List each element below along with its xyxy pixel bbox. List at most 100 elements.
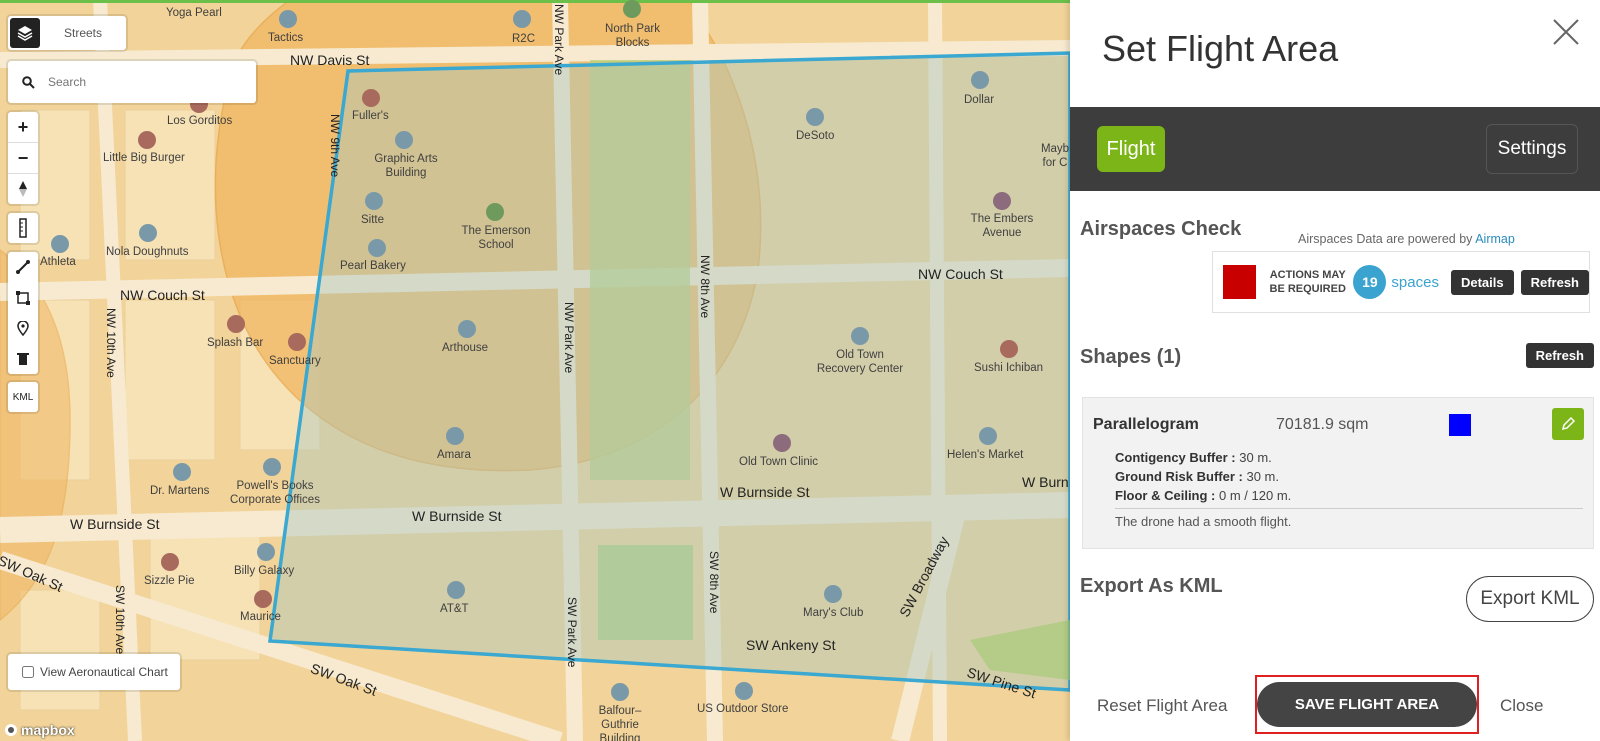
restaurant-marker-icon[interactable] (1000, 340, 1018, 358)
street-label: NW Couch St (918, 266, 1003, 282)
poi-label: Tactics (268, 32, 304, 44)
close-icon[interactable] (1552, 18, 1580, 46)
delete-shape-button[interactable] (8, 344, 38, 375)
poi-marker-icon[interactable] (458, 320, 476, 338)
poi-marker-icon[interactable] (395, 131, 413, 149)
street-label: SW 8th Ave (707, 551, 721, 614)
shop-marker-icon[interactable] (173, 463, 191, 481)
zoom-controls: + − (8, 112, 38, 204)
school-marker-icon[interactable] (486, 203, 504, 221)
poi-label: Mary's Club (803, 607, 864, 619)
restaurant-marker-icon[interactable] (161, 553, 179, 571)
poi-label: Sitte (361, 214, 385, 226)
poi-label: Splash Bar (207, 337, 264, 349)
airmap-link[interactable]: Airmap (1475, 232, 1515, 246)
map-style-switcher[interactable]: Streets (8, 16, 126, 50)
poi-label: R2C (512, 33, 536, 45)
street-label: NW Couch St (120, 287, 205, 303)
poi-marker-icon[interactable] (971, 71, 989, 89)
poi-marker-icon[interactable] (447, 581, 465, 599)
restaurant-marker-icon[interactable] (138, 131, 156, 149)
reset-flight-area-button[interactable]: Reset Flight Area (1097, 696, 1227, 716)
poi-label: Graphic Arts Building (374, 153, 438, 179)
measure-button[interactable] (8, 213, 38, 243)
airspace-status-row: ACTIONS MAY BE REQUIRED 19 spaces Detail… (1212, 251, 1590, 313)
kml-button[interactable]: KML (8, 382, 38, 412)
shape-name: Parallelogram (1093, 416, 1199, 433)
airspaces-check-heading: Airspaces Check (1080, 218, 1242, 240)
edit-shape-button[interactable] (1552, 408, 1584, 440)
panel-footer: Reset Flight Area SAVE FLIGHT AREA Close (1070, 646, 1600, 741)
compass-button[interactable] (8, 174, 38, 204)
zoom-out-button[interactable]: − (8, 143, 38, 174)
poi-label: Maurice (240, 611, 281, 623)
poi-marker-icon[interactable] (365, 192, 383, 210)
mapbox-logo: mapbox (4, 722, 75, 738)
street-label: W Burnside St (70, 516, 160, 532)
poi-label: Nola Doughnuts (106, 246, 189, 258)
park-marker-icon[interactable] (623, 0, 641, 18)
shape-color-swatch[interactable] (1449, 414, 1471, 436)
airspaces-powered-by: Airspaces Data are powered by Airmap (1298, 232, 1515, 246)
panel-body: Airspaces Check Airspaces Data are power… (1070, 191, 1600, 646)
zoom-in-button[interactable]: + (8, 112, 38, 143)
shop-marker-icon[interactable] (257, 543, 275, 561)
shapes-refresh-button[interactable]: Refresh (1525, 343, 1594, 368)
layers-icon[interactable] (10, 18, 40, 48)
bar-marker-icon[interactable] (288, 333, 306, 351)
status-text: ACTIONS MAY BE REQUIRED (1269, 269, 1346, 295)
map-search[interactable] (8, 61, 256, 103)
street-label: NW Park Ave (562, 302, 576, 374)
poi-marker-icon[interactable] (851, 327, 869, 345)
aeronautical-chart-toggle[interactable]: View Aeronautical Chart (8, 654, 180, 690)
export-kml-button[interactable]: Export KML (1466, 576, 1594, 622)
poi-marker-icon[interactable] (611, 683, 629, 701)
bar-marker-icon[interactable] (993, 192, 1011, 210)
poi-marker-icon[interactable] (446, 427, 464, 445)
aeronautical-chart-checkbox[interactable] (22, 666, 34, 678)
poi-label: AT&T (440, 603, 469, 615)
clinic-marker-icon[interactable] (773, 434, 791, 452)
poi-marker-icon[interactable] (279, 10, 297, 28)
poi-marker-icon[interactable] (824, 585, 842, 603)
spaces-link[interactable]: spaces (1391, 274, 1439, 291)
search-input[interactable] (48, 75, 238, 89)
map-style-label[interactable]: Streets (40, 26, 126, 40)
tab-settings[interactable]: Settings (1486, 124, 1578, 174)
airspace-count-badge: 19 (1353, 265, 1387, 299)
bar-marker-icon[interactable] (227, 315, 245, 333)
poi-marker-icon[interactable] (263, 458, 281, 476)
airspace-refresh-button[interactable]: Refresh (1520, 269, 1590, 295)
street-label: W Burn (1022, 474, 1069, 490)
polygon-icon (16, 290, 30, 305)
clothing-marker-icon[interactable] (51, 235, 69, 253)
poi-label: Powell's Books Corporate Offices (230, 480, 320, 506)
details-button[interactable]: Details (1450, 269, 1514, 295)
street-label: SW Ankeny St (746, 637, 836, 653)
restaurant-marker-icon[interactable] (254, 590, 272, 608)
aeronautical-chart-label: View Aeronautical Chart (40, 665, 168, 679)
restaurant-marker-icon[interactable] (362, 89, 380, 107)
poi-label: Balfour–Guthrie Building (598, 705, 642, 741)
bakery-marker-icon[interactable] (368, 239, 386, 257)
poi-marker-icon[interactable] (139, 224, 157, 242)
draw-line-button[interactable] (8, 252, 38, 283)
draw-polygon-button[interactable] (8, 283, 38, 314)
draw-tools (8, 252, 38, 374)
poi-marker-icon[interactable] (513, 10, 531, 28)
poi-label: Los Gorditos (167, 115, 233, 127)
shape-area: 70181.9 sqm (1276, 416, 1369, 433)
compass-icon (19, 181, 27, 197)
poi-label: Mayb for C (1040, 143, 1070, 169)
poi-label: North Park Blocks (605, 23, 660, 49)
shop-marker-icon[interactable] (735, 682, 753, 700)
ruler-icon (19, 218, 27, 238)
street-label: NW Davis St (290, 52, 370, 68)
tab-flight[interactable]: Flight (1097, 126, 1165, 172)
pencil-icon (1561, 416, 1576, 431)
close-button[interactable]: Close (1500, 696, 1543, 716)
draw-point-button[interactable] (8, 313, 38, 344)
save-flight-area-button[interactable]: SAVE FLIGHT AREA (1257, 682, 1477, 727)
poi-marker-icon[interactable] (806, 108, 824, 126)
shop-marker-icon[interactable] (979, 427, 997, 445)
